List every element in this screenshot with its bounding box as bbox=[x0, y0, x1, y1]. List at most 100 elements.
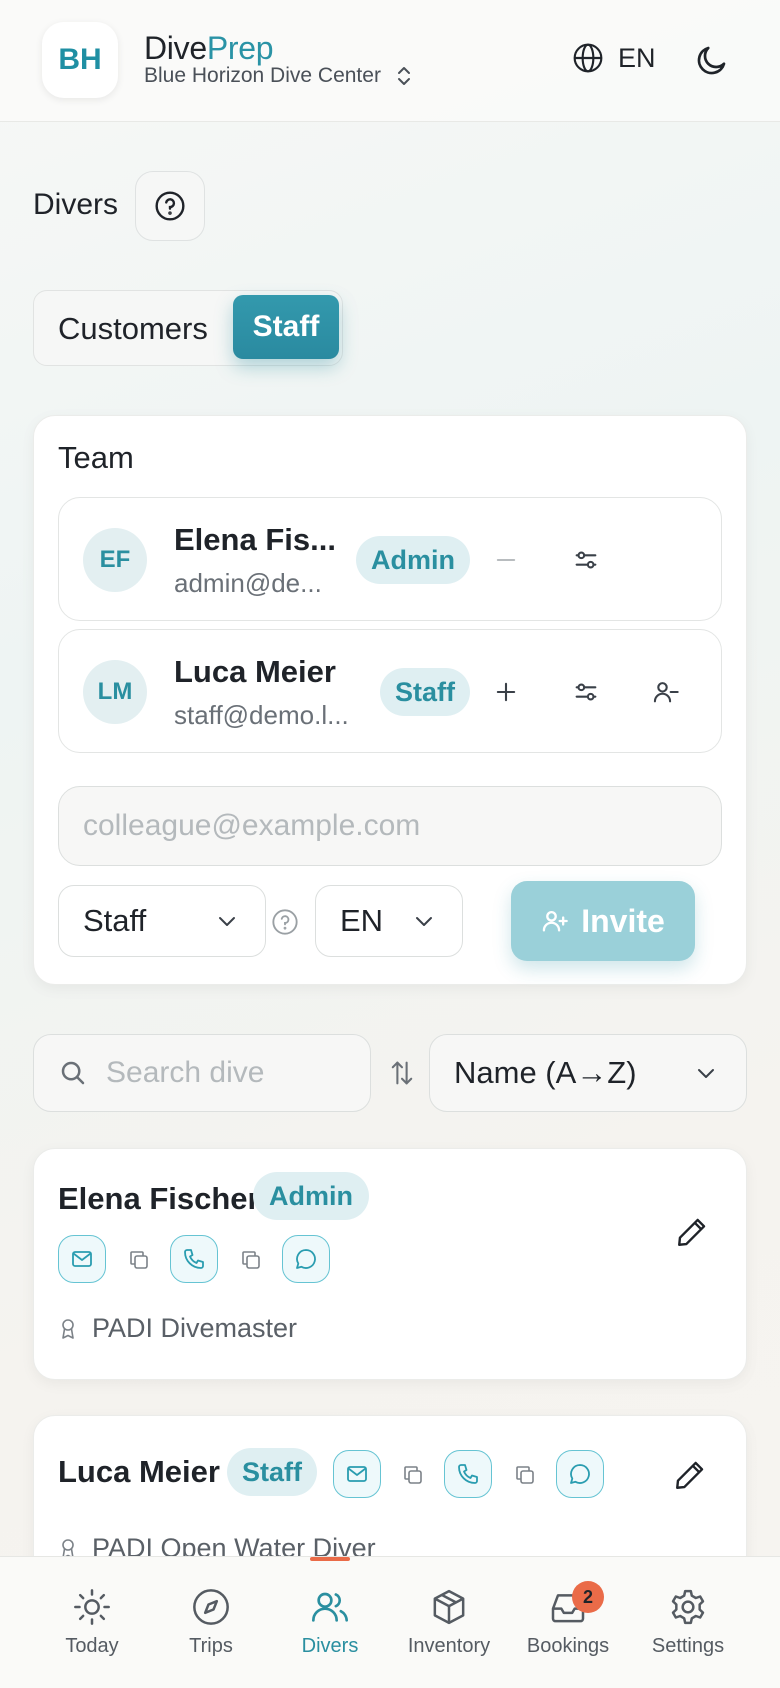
brand-part-2: Prep bbox=[206, 30, 274, 66]
sun-icon bbox=[72, 1587, 112, 1627]
app-header: BH DivePrep Blue Horizon Dive Center EN bbox=[0, 0, 780, 122]
edit-button[interactable] bbox=[675, 1215, 709, 1249]
copy-icon[interactable] bbox=[513, 1463, 537, 1487]
sort-select[interactable]: Name (A→Z) bbox=[429, 1034, 747, 1112]
team-title: Team bbox=[58, 440, 134, 475]
avatar: LM bbox=[83, 660, 147, 724]
certification-label: PADI Divemaster bbox=[92, 1313, 298, 1343]
language-button[interactable]: EN bbox=[572, 42, 656, 74]
search-icon bbox=[58, 1058, 88, 1088]
nav-label: Inventory bbox=[407, 1635, 491, 1657]
divers-segmented-control: Customers Staff bbox=[33, 290, 343, 366]
remove-user-icon[interactable] bbox=[652, 678, 680, 706]
role-badge: Staff bbox=[227, 1448, 317, 1496]
chevron-down-icon bbox=[215, 909, 239, 933]
nav-label: Today bbox=[65, 1635, 119, 1657]
chat-bubble-icon bbox=[568, 1462, 592, 1486]
copy-icon[interactable] bbox=[401, 1463, 425, 1487]
users-icon bbox=[310, 1587, 350, 1627]
minus-icon[interactable] bbox=[492, 546, 520, 574]
award-icon bbox=[58, 1317, 78, 1341]
chevron-up-down-icon bbox=[395, 65, 413, 87]
diver-name: Elena Fischer bbox=[58, 1181, 260, 1216]
app-brand: DivePrep bbox=[144, 30, 274, 67]
copy-icon[interactable] bbox=[239, 1248, 263, 1272]
role-badge: Admin bbox=[253, 1172, 369, 1220]
active-tab-indicator bbox=[310, 1557, 350, 1561]
plus-icon[interactable] bbox=[492, 678, 520, 706]
segment-staff[interactable]: Staff bbox=[233, 295, 339, 359]
whatsapp-button[interactable] bbox=[556, 1450, 604, 1498]
email-button[interactable] bbox=[58, 1235, 106, 1283]
sort-direction-icon[interactable] bbox=[388, 1058, 416, 1088]
copy-icon[interactable] bbox=[127, 1248, 151, 1272]
edit-button[interactable] bbox=[673, 1458, 707, 1492]
nav-label: Bookings bbox=[526, 1635, 610, 1657]
diver-card: Elena Fischer Admin PADI Divemaster bbox=[33, 1148, 747, 1380]
center-logo[interactable]: BH bbox=[42, 22, 118, 98]
member-email: staff@demo.l... bbox=[174, 700, 349, 730]
sliders-icon[interactable] bbox=[572, 546, 600, 574]
question-circle-icon[interactable] bbox=[271, 908, 299, 936]
bottom-nav: Today Trips Divers Inventory Bookings 2 … bbox=[0, 1556, 780, 1688]
nav-item-divers[interactable]: Divers bbox=[270, 1587, 390, 1658]
help-button[interactable] bbox=[135, 171, 205, 241]
email-button[interactable] bbox=[333, 1450, 381, 1498]
team-member-row: LM Luca Meier staff@demo.l... Staff bbox=[58, 629, 722, 753]
mail-icon bbox=[70, 1247, 94, 1271]
invite-language-value: EN bbox=[340, 903, 384, 938]
nav-item-bookings[interactable]: Bookings bbox=[508, 1587, 628, 1658]
nav-label: Trips bbox=[189, 1635, 233, 1657]
phone-icon bbox=[456, 1462, 480, 1486]
chat-bubble-icon bbox=[294, 1247, 318, 1271]
phone-button[interactable] bbox=[444, 1450, 492, 1498]
box-icon bbox=[429, 1587, 469, 1627]
sort-value: Name (A→Z) bbox=[454, 1055, 637, 1090]
invite-role-value: Staff bbox=[83, 903, 147, 938]
nav-label: Divers bbox=[301, 1635, 359, 1657]
gear-icon bbox=[668, 1587, 708, 1627]
avatar: EF bbox=[83, 528, 147, 592]
nav-item-today[interactable]: Today bbox=[32, 1587, 152, 1658]
chevron-down-icon bbox=[412, 909, 436, 933]
nav-item-trips[interactable]: Trips bbox=[151, 1587, 271, 1658]
bookings-count-badge: 2 bbox=[572, 1581, 604, 1613]
phone-icon bbox=[182, 1247, 206, 1271]
center-switcher[interactable]: Blue Horizon Dive Center bbox=[144, 64, 413, 88]
team-member-row: EF Elena Fis... admin@de... Admin bbox=[58, 497, 722, 621]
add-user-icon bbox=[541, 907, 569, 935]
nav-label: Settings bbox=[651, 1635, 725, 1657]
invite-language-select[interactable]: EN bbox=[315, 885, 463, 957]
compass-icon bbox=[191, 1587, 231, 1627]
mail-icon bbox=[345, 1462, 369, 1486]
logo-initials: BH bbox=[58, 43, 102, 76]
diver-name: Luca Meier bbox=[58, 1454, 220, 1489]
segment-customers[interactable]: Customers bbox=[58, 311, 208, 347]
globe-icon bbox=[572, 42, 604, 74]
center-name: Blue Horizon Dive Center bbox=[144, 64, 381, 87]
role-badge: Staff bbox=[380, 668, 470, 716]
invite-button[interactable]: Invite bbox=[511, 881, 695, 961]
search-placeholder: Search dive bbox=[106, 1056, 265, 1089]
sliders-icon[interactable] bbox=[572, 678, 600, 706]
question-circle-icon bbox=[154, 190, 186, 222]
member-name: Luca Meier bbox=[174, 654, 336, 689]
search-input[interactable]: Search dive bbox=[33, 1034, 371, 1112]
phone-button[interactable] bbox=[170, 1235, 218, 1283]
member-name: Elena Fis... bbox=[174, 522, 336, 557]
whatsapp-button[interactable] bbox=[282, 1235, 330, 1283]
member-email: admin@de... bbox=[174, 568, 322, 598]
chevron-down-icon bbox=[694, 1061, 718, 1085]
moon-icon bbox=[694, 42, 730, 78]
nav-item-settings[interactable]: Settings bbox=[628, 1587, 748, 1658]
invite-email-input[interactable]: colleague@example.com bbox=[58, 786, 722, 866]
team-card: Team EF Elena Fis... admin@de... Admin L… bbox=[33, 415, 747, 985]
nav-item-inventory[interactable]: Inventory bbox=[389, 1587, 509, 1658]
role-badge: Admin bbox=[356, 536, 470, 584]
invite-button-label: Invite bbox=[581, 902, 665, 939]
language-label: EN bbox=[618, 42, 656, 73]
brand-part-1: Dive bbox=[144, 30, 207, 66]
theme-toggle-button[interactable] bbox=[694, 42, 730, 78]
page-title: Divers bbox=[33, 188, 119, 221]
invite-role-select[interactable]: Staff bbox=[58, 885, 266, 957]
